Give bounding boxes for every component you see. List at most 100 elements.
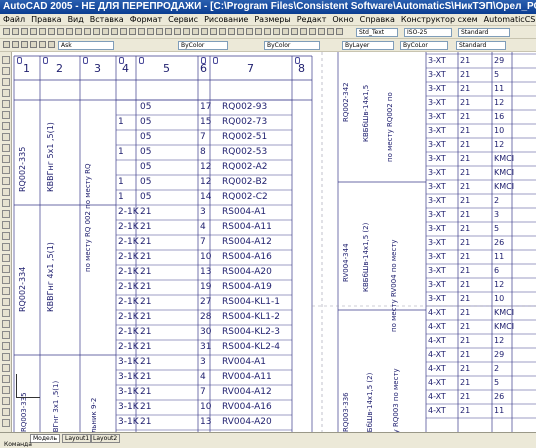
table-style-select[interactable]: Standard [458, 28, 510, 37]
toolbar-tool-icon[interactable] [48, 28, 55, 35]
draw-tool-icon[interactable] [2, 100, 10, 108]
menu-item-9[interactable]: Окно [329, 15, 356, 24]
draw-tool-icon[interactable] [2, 122, 10, 130]
toolbar-tool-icon[interactable] [273, 28, 280, 35]
draw-tool-icon[interactable] [2, 155, 10, 163]
toolbar-tool-icon[interactable] [237, 28, 244, 35]
layer-tool-icon[interactable] [3, 41, 10, 48]
toolbar-tool-icon[interactable] [219, 28, 226, 35]
tab-layout2[interactable]: Layout2 [90, 434, 121, 443]
draw-tool-icon[interactable] [2, 320, 10, 328]
draw-tool-icon[interactable] [2, 408, 10, 416]
toolbar-tool-icon[interactable] [3, 28, 10, 35]
toolbar-tool-icon[interactable] [84, 28, 91, 35]
draw-tool-icon[interactable] [2, 298, 10, 306]
dim-style-select[interactable]: ISO-25 [404, 28, 452, 37]
toolbar-tool-icon[interactable] [246, 28, 253, 35]
menu-item-10[interactable]: Справка [357, 15, 398, 24]
toolbar-tool-icon[interactable] [30, 28, 37, 35]
text-style-select[interactable]: Std_Text [356, 28, 398, 37]
command-line[interactable]: Команда [4, 441, 32, 448]
style2-select[interactable]: Standard [456, 41, 506, 50]
draw-tool-icon[interactable] [2, 221, 10, 229]
menu-item-5[interactable]: Сервис [165, 15, 201, 24]
draw-tool-icon[interactable] [2, 243, 10, 251]
menu-item-2[interactable]: Вид [65, 15, 87, 24]
draw-tool-icon[interactable] [2, 89, 10, 97]
draw-tool-icon[interactable] [2, 386, 10, 394]
toolbar-tool-icon[interactable] [336, 28, 343, 35]
draw-tool-icon[interactable] [2, 375, 10, 383]
draw-tool-icon[interactable] [2, 364, 10, 372]
menu-item-3[interactable]: Вставка [87, 15, 127, 24]
draw-tool-icon[interactable] [2, 232, 10, 240]
toolbar-tool-icon[interactable] [120, 28, 127, 35]
toolbar-tool-icon[interactable] [327, 28, 334, 35]
toolbar-tool-icon[interactable] [282, 28, 289, 35]
toolbar-tool-icon[interactable] [129, 28, 136, 35]
toolbar-tool-icon[interactable] [309, 28, 316, 35]
toolbar-tool-icon[interactable] [291, 28, 298, 35]
toolbar-tool-icon[interactable] [21, 28, 28, 35]
draw-tool-icon[interactable] [2, 78, 10, 86]
menu-item-8[interactable]: Редакт [294, 15, 330, 24]
draw-tool-icon[interactable] [2, 276, 10, 284]
toolbar-tool-icon[interactable] [12, 28, 19, 35]
toolbar-tool-icon[interactable] [111, 28, 118, 35]
draw-tool-icon[interactable] [2, 188, 10, 196]
draw-tool-icon[interactable] [2, 133, 10, 141]
menu-item-4[interactable]: Формат [127, 15, 165, 24]
toolbar-tool-icon[interactable] [201, 28, 208, 35]
lineweight-select[interactable]: ByLayer [342, 41, 394, 50]
draw-tool-icon[interactable] [2, 199, 10, 207]
draw-tool-icon[interactable] [2, 265, 10, 273]
draw-tool-icon[interactable] [2, 254, 10, 262]
toolbar-tool-icon[interactable] [318, 28, 325, 35]
menu-item-12[interactable]: AutomaticCS [481, 15, 536, 24]
layer-tool-icon[interactable] [12, 41, 19, 48]
menu-item-0[interactable]: Файл [0, 15, 28, 24]
plot-style-select[interactable]: ByCoLor [400, 41, 448, 50]
tab-model[interactable]: Модель [30, 434, 61, 443]
toolbar-tool-icon[interactable] [300, 28, 307, 35]
draw-tool-icon[interactable] [2, 397, 10, 405]
linetype-select[interactable]: ByColor [264, 41, 320, 50]
draw-tool-icon[interactable] [2, 331, 10, 339]
draw-tool-icon[interactable] [2, 111, 10, 119]
tab-layout1[interactable]: Layout1 [62, 434, 93, 443]
toolbar-tool-icon[interactable] [75, 28, 82, 35]
draw-tool-icon[interactable] [2, 144, 10, 152]
draw-tool-icon[interactable] [2, 309, 10, 317]
menu-item-1[interactable]: Правка [28, 15, 64, 24]
toolbar-tool-icon[interactable] [147, 28, 154, 35]
draw-tool-icon[interactable] [2, 210, 10, 218]
draw-tool-icon[interactable] [2, 287, 10, 295]
menu-item-11[interactable]: Конструктор схем [398, 15, 481, 24]
drawing-canvas[interactable]: 1 2 3 4 5 6 7 8 RQ002-335 КВВГнг 5х1 ,5(1) RQ002-3… [12, 52, 536, 432]
layer-select[interactable]: Ask [58, 41, 114, 50]
toolbar-tool-icon[interactable] [57, 28, 64, 35]
toolbar-tool-icon[interactable] [66, 28, 73, 35]
draw-tool-icon[interactable] [2, 56, 10, 64]
toolbar-tool-icon[interactable] [255, 28, 262, 35]
draw-tool-icon[interactable] [2, 342, 10, 350]
toolbar-tool-icon[interactable] [165, 28, 172, 35]
layer-tool-icon[interactable] [30, 41, 37, 48]
layer-tool-icon[interactable] [21, 41, 28, 48]
layer-tool-icon[interactable] [39, 41, 46, 48]
toolbar-tool-icon[interactable] [183, 28, 190, 35]
draw-tool-icon[interactable] [2, 177, 10, 185]
toolbar-tool-icon[interactable] [228, 28, 235, 35]
draw-tool-icon[interactable] [2, 353, 10, 361]
toolbar-tool-icon[interactable] [156, 28, 163, 35]
toolbar-tool-icon[interactable] [39, 28, 46, 35]
toolbar-tool-icon[interactable] [93, 28, 100, 35]
toolbar-tool-icon[interactable] [192, 28, 199, 35]
layer-tool-icon[interactable] [48, 41, 55, 48]
toolbar-tool-icon[interactable] [102, 28, 109, 35]
draw-tool-icon[interactable] [2, 166, 10, 174]
menu-item-7[interactable]: Размеры [251, 15, 293, 24]
toolbar-tool-icon[interactable] [174, 28, 181, 35]
toolbar-tool-icon[interactable] [138, 28, 145, 35]
draw-tool-icon[interactable] [2, 67, 10, 75]
